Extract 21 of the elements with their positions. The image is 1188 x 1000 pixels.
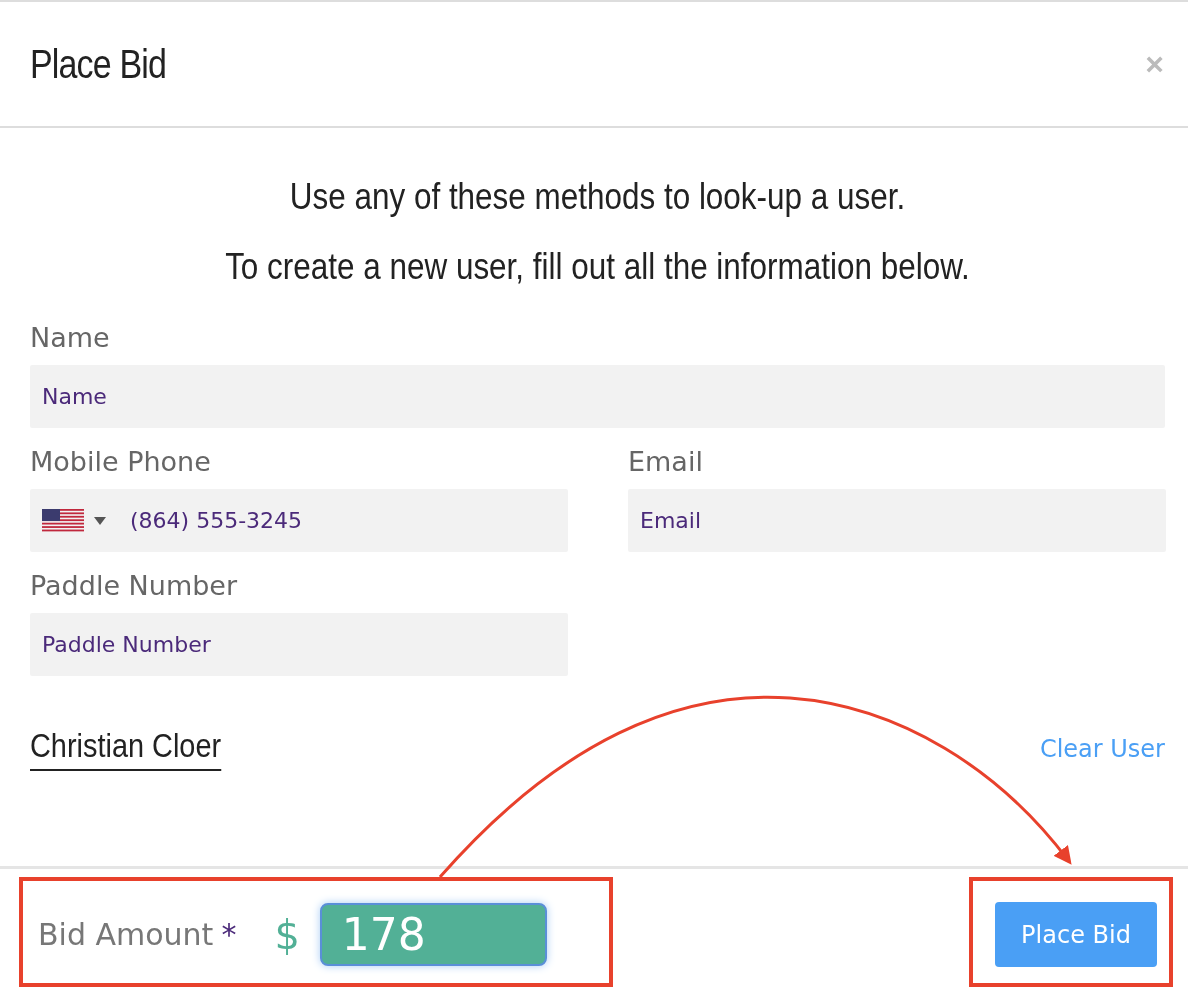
flag-icon bbox=[42, 508, 84, 533]
dialog-title: Place Bid bbox=[30, 41, 166, 87]
paddle-number-input[interactable]: Paddle Number bbox=[30, 613, 568, 676]
field-label: Paddle Number bbox=[30, 570, 239, 601]
field-label: Mobile Phone bbox=[30, 446, 212, 477]
currency-symbol: $ bbox=[274, 911, 300, 958]
field-label: Name bbox=[30, 322, 111, 353]
instruction-text: To create a new user, fill out all the information below. bbox=[224, 245, 971, 289]
selected-user-name: Christian Cloer bbox=[30, 726, 222, 771]
caret-icon[interactable] bbox=[94, 516, 106, 525]
required-mark: * bbox=[221, 917, 237, 952]
instruction-text: Use any of these methods to look-up a user. bbox=[288, 175, 907, 219]
field-label: Bid Amount bbox=[38, 917, 214, 952]
phone-input[interactable]: (864) 555-3245 bbox=[30, 489, 568, 552]
place-bid-button[interactable]: Place Bid bbox=[995, 902, 1157, 967]
email-input[interactable]: Email bbox=[628, 489, 1166, 552]
close-button[interactable]: × bbox=[1141, 45, 1168, 83]
name-input[interactable]: Name bbox=[30, 365, 1165, 428]
bid-amount-input[interactable]: 178 bbox=[319, 903, 547, 966]
field-label: Email bbox=[628, 446, 704, 477]
clear-user-link[interactable]: Clear User bbox=[1039, 734, 1165, 763]
